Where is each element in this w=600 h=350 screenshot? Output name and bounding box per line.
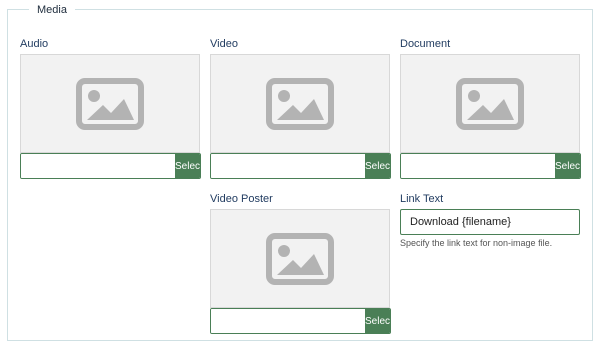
document-file-picker: Select bbox=[400, 153, 581, 179]
video-poster-label: Video Poster bbox=[210, 193, 273, 205]
audio-select-button[interactable]: Select bbox=[175, 154, 200, 178]
link-text-help: Specify the link text for non-image file… bbox=[400, 238, 553, 248]
audio-preview bbox=[20, 54, 200, 153]
video-poster-preview bbox=[210, 209, 390, 308]
video-label: Video bbox=[210, 38, 238, 50]
video-file-input[interactable] bbox=[211, 154, 365, 178]
document-file-input[interactable] bbox=[401, 154, 555, 178]
video-poster-file-picker: Select bbox=[210, 308, 391, 334]
image-placeholder-icon bbox=[266, 77, 334, 130]
audio-file-input[interactable] bbox=[21, 154, 175, 178]
video-poster-file-input[interactable] bbox=[211, 309, 365, 333]
video-file-picker: Select bbox=[210, 153, 391, 179]
image-placeholder-icon bbox=[266, 232, 334, 285]
image-placeholder-icon bbox=[76, 77, 144, 130]
document-select-button[interactable]: Select bbox=[555, 154, 580, 178]
image-placeholder-icon bbox=[456, 77, 524, 130]
document-preview bbox=[400, 54, 580, 153]
video-poster-select-button[interactable]: Select bbox=[365, 309, 390, 333]
link-text-input[interactable] bbox=[400, 209, 580, 235]
fieldset-legend: Media bbox=[29, 3, 75, 17]
audio-label: Audio bbox=[20, 38, 49, 50]
video-preview bbox=[210, 54, 390, 153]
audio-file-picker: Select bbox=[20, 153, 201, 179]
video-select-button[interactable]: Select bbox=[365, 154, 390, 178]
document-label: Document bbox=[400, 38, 451, 50]
link-text-label: Link Text bbox=[400, 193, 444, 205]
